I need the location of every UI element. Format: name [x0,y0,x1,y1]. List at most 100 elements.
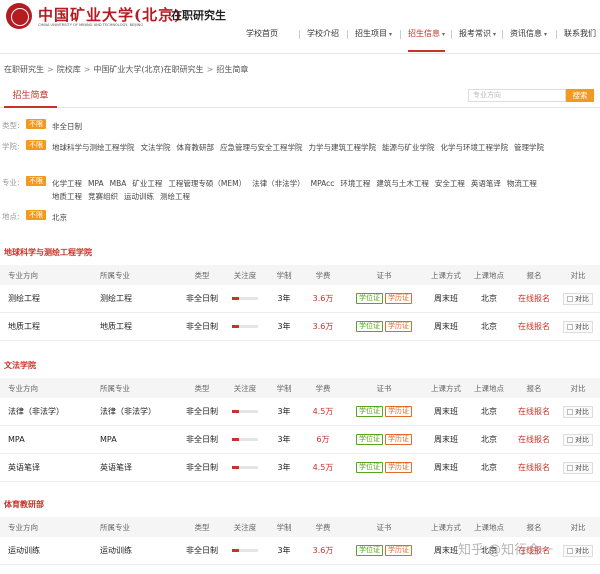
filter-option[interactable]: 测绘工程 [160,190,190,203]
section-title: 体育教研部 [0,499,600,511]
filter-option[interactable]: 应急管理与安全工程学院 [220,141,303,154]
compare-checkbox[interactable]: 对比 [563,544,593,557]
filter-all-tag[interactable]: 不限 [26,176,46,186]
major-name[interactable]: 测绘工程 [8,285,40,312]
major-name[interactable]: MPA [8,426,25,453]
tab-bar: 招生简章 专业方向 搜索 [0,86,600,108]
attention-meter [228,313,262,340]
filter-all-tag[interactable]: 不限 [26,140,46,150]
compare-checkbox[interactable]: 对比 [563,320,593,333]
class-mode: 周末班 [434,407,458,416]
filter-option[interactable]: 力学与建筑工程学院 [309,141,377,154]
university-logo[interactable]: 中国矿业大学(北京) CHINA UNIVERSITY OF MINING AN… [6,3,181,33]
filter-option[interactable]: MPAcc [311,177,335,190]
filter-all-tag[interactable]: 不限 [26,119,46,129]
filter-label: 类型: [2,121,20,130]
filter-option[interactable]: MBA [110,177,127,190]
column-header: 专业方向 [8,270,38,280]
filter-option[interactable]: 能源与矿业学院 [382,141,435,154]
class-mode: 周末班 [434,435,458,444]
section-title: 文法学院 [0,360,600,372]
filter-option[interactable]: MPA [88,177,104,190]
filter-option[interactable]: 运动训练 [124,190,154,203]
attention-bar-fill [232,297,239,300]
online-apply-link[interactable]: 在线报名 [512,313,556,340]
breadcrumb-item[interactable]: 中国矿业大学(北京)在职研究生 [93,65,203,74]
nav-item-label: 资讯信息 [510,29,542,38]
filter-option[interactable]: 建筑与土木工程 [376,177,429,190]
site-name: 在职研究生 [171,9,226,22]
degree-certificate-badge: 学位证 [356,406,383,417]
attention-bar-fill [232,549,239,552]
filter-label: 学院: [2,142,20,151]
online-apply-link[interactable]: 在线报名 [512,285,556,312]
column-header: 专业方向 [8,383,38,393]
major-name[interactable]: 运动训练 [8,537,40,564]
checkbox-square-icon [567,295,573,302]
tab-admission-guide[interactable]: 招生简章 [4,86,57,108]
compare-checkbox[interactable]: 对比 [563,433,593,446]
column-header: 学制 [276,522,292,532]
filter-option[interactable]: 英语笔译 [471,177,501,190]
online-apply-link[interactable]: 在线报名 [512,398,556,425]
column-header: 上课方式 [431,522,461,532]
filter-option[interactable]: 物流工程 [507,177,537,190]
table-row: 地质工程 地质工程 非全日制 3年 3.6万 学位证 学历证 周末班 北京 在线报名 对比 [0,313,600,341]
column-header: 关注度 [233,522,257,532]
table-row: 英语笔译 英语笔译 非全日制 3年 4.5万 学位证 学历证 周末班 北京 在线报名 对比 [0,454,600,482]
compare-checkbox[interactable]: 对比 [563,461,593,474]
study-type: 非全日制 [186,322,218,331]
online-apply-link[interactable]: 在线报名 [512,454,556,481]
filter-option[interactable]: 非全日制 [52,120,82,133]
nav-item[interactable]: 联系我们 [564,28,596,42]
filter-option[interactable]: 化学与环境工程学院 [441,141,509,154]
breadcrumb-item[interactable]: 院校库 [57,65,81,74]
zhihu-watermark: 知乎 @知行合一 [458,539,553,558]
filter-option[interactable]: 地质工程 [52,190,82,203]
major-name[interactable]: 地质工程 [8,313,40,340]
filter-option[interactable]: 北京 [52,211,67,224]
breadcrumb-item[interactable]: 在职研究生 [4,65,44,74]
filter-option[interactable]: 化学工程 [52,177,82,190]
nav-item-label: 学校首页 [246,29,278,38]
search-input[interactable]: 专业方向 [468,89,566,102]
filter-option[interactable]: 竞赛组织 [88,190,118,203]
logo-chinese-name: 中国矿业大学(北京) [38,6,183,24]
filter-option[interactable]: 地球科学与测绘工程学院 [52,141,135,154]
diploma-certificate-badge: 学历证 [385,293,412,304]
filter-option[interactable]: 工程管理专硕（MEM） [168,177,246,190]
filter-option[interactable]: 矿业工程 [132,177,162,190]
nav-item[interactable]: 学校介绍 [307,28,339,42]
attention-bar [232,325,258,328]
nav-item[interactable]: 学校首页 [246,28,278,42]
filter-option[interactable]: 文法学院 [141,141,171,154]
degree-certificate-badge: 学位证 [356,545,383,556]
column-header: 上课方式 [431,383,461,393]
nav-item[interactable]: 报考常识 ▾ [459,28,496,42]
filter-option[interactable]: 管理学院 [514,141,544,154]
online-apply-link[interactable]: 在线报名 [512,426,556,453]
attention-meter [228,285,262,312]
filter-option[interactable]: 体育教研部 [177,141,215,154]
compare-label: 对比 [575,322,589,331]
diploma-certificate-badge: 学历证 [385,462,412,473]
nav-item[interactable]: 资讯信息 ▾ [510,28,547,42]
filter-all-tag[interactable]: 不限 [26,210,46,220]
compare-checkbox[interactable]: 对比 [563,292,593,305]
major-name[interactable]: 英语笔译 [8,454,40,481]
compare-checkbox[interactable]: 对比 [563,405,593,418]
certificates: 学位证 学历证 [348,313,420,340]
column-header: 类型 [194,383,210,393]
nav-item[interactable]: 招生项目 ▾ [355,28,392,42]
filter-option[interactable]: 环境工程 [340,177,370,190]
column-header: 所属专业 [100,383,130,393]
filter-option[interactable]: 法律（非法学） [252,177,305,190]
compare-cell: 对比 [560,398,596,425]
nav-item[interactable]: 招生信息 ▾ [408,28,446,52]
major-name[interactable]: 法律（非法学） [8,398,64,425]
study-type: 非全日制 [186,435,218,444]
search-button[interactable]: 搜索 [566,89,594,102]
table-header: 专业方向 所属专业 类型 关注度 学制 学费 证书 上课方式 上课地点 报名 对比 [0,265,600,285]
column-header: 证书 [376,383,392,393]
filter-option[interactable]: 安全工程 [435,177,465,190]
